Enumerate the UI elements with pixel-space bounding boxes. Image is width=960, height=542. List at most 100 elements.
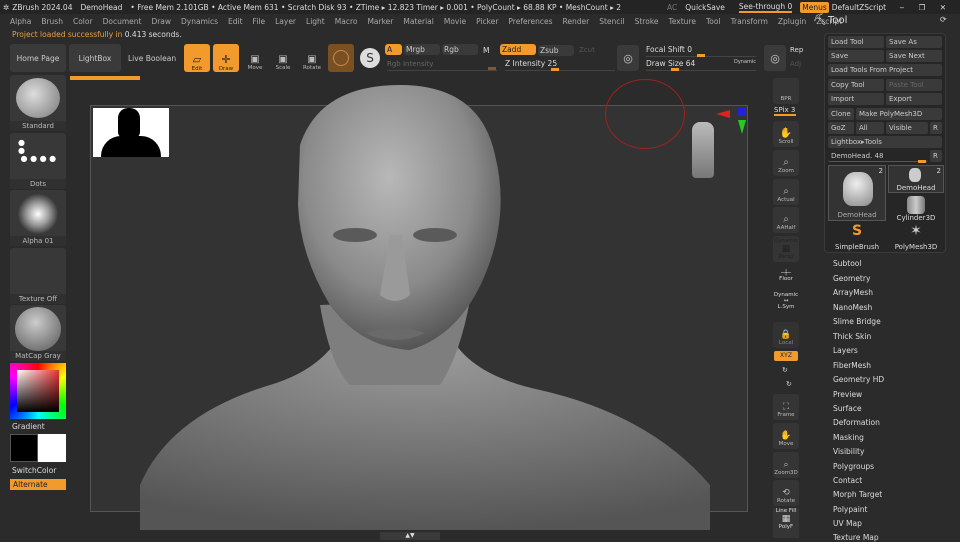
menu-movie[interactable]: Movie	[444, 17, 466, 26]
subpalette-texture-map[interactable]: Texture Map	[833, 533, 879, 542]
import-button[interactable]: Import	[828, 93, 884, 105]
menu-picker[interactable]: Picker	[476, 17, 498, 26]
paste-tool-button[interactable]: Paste Tool	[886, 79, 942, 91]
lazy-mouse-s-button[interactable]: ◎	[617, 45, 639, 71]
zoom3d-button[interactable]: ⌕ Zoom3D	[773, 452, 799, 478]
bpr-button[interactable]: BPR	[773, 78, 799, 104]
live-boolean-button[interactable]: Live Boolean	[128, 54, 176, 63]
move-button[interactable]: ▣ Move	[242, 45, 268, 71]
zadd-button[interactable]: Zadd	[500, 44, 536, 55]
subpalette-polypaint[interactable]: Polypaint	[833, 505, 868, 514]
subpalette-slime-bridge[interactable]: Slime Bridge	[833, 317, 881, 326]
subpalette-geometry-hd[interactable]: Geometry HD	[833, 375, 884, 384]
floor-button[interactable]: ─┼─ Floor	[773, 270, 799, 282]
rgb-button[interactable]: Rgb	[442, 44, 478, 55]
tool-thumb-demohead-small[interactable]: 2 DemoHead	[888, 165, 944, 193]
clone-button[interactable]: Clone	[828, 108, 854, 120]
a-button[interactable]: A	[385, 44, 402, 55]
menu-material[interactable]: Material	[403, 17, 433, 26]
subpalette-masking[interactable]: Masking	[833, 433, 864, 442]
axis-gizmo-icon[interactable]	[716, 106, 748, 138]
scroll-button[interactable]: ✋ Scroll	[773, 121, 799, 147]
mrgb-button[interactable]: Mrgb	[404, 44, 440, 55]
draw-size-handle[interactable]	[671, 68, 679, 71]
polyf-button[interactable]: Line Fill ▦ PolyF	[773, 508, 799, 538]
tool-thumb-cylinder3d[interactable]: Cylinder3D	[888, 194, 944, 222]
tool-thumb-demohead-large[interactable]: 2 DemoHead	[828, 165, 886, 221]
material-swatch-button[interactable]	[328, 44, 354, 72]
bottom-collapse-handle[interactable]: ▲▼	[380, 532, 440, 540]
lightbox-tools-button[interactable]: Lightbox▸Tools	[828, 136, 942, 148]
default-zscript[interactable]: DefaultZScript	[832, 3, 886, 12]
menu-dynamics[interactable]: Dynamics	[181, 17, 218, 26]
dynamic-toggle[interactable]: Dynamic	[734, 59, 756, 65]
zcut-button[interactable]: Zcut	[579, 46, 595, 54]
rotate-z-icon[interactable]: ↻	[786, 380, 792, 388]
menu-transform[interactable]: Transform	[731, 17, 768, 26]
window-controls[interactable]: ‒ ❐ ✕	[899, 3, 952, 12]
make-polymesh3d-button[interactable]: Make PolyMesh3D	[856, 108, 942, 120]
texture-selector[interactable]: Texture Off	[10, 248, 66, 304]
actual-button[interactable]: ⌕ Actual	[773, 179, 799, 205]
menu-stroke[interactable]: Stroke	[635, 17, 659, 26]
draw-button[interactable]: ✛ Draw	[213, 44, 239, 72]
silhouette-thumbnail[interactable]	[93, 108, 169, 157]
copy-tool-button[interactable]: Copy Tool	[828, 79, 884, 91]
persp-button[interactable]: Dynamic ▦ Persp	[773, 236, 799, 262]
subpalette-fibermesh[interactable]: FiberMesh	[833, 361, 871, 370]
export-button[interactable]: Export	[886, 93, 942, 105]
tool-thumb-polymesh3d[interactable]: ✶ PolyMesh3D	[888, 223, 944, 251]
menus-button[interactable]: Menus	[800, 1, 829, 13]
menu-edit[interactable]: Edit	[228, 17, 243, 26]
tool-slider[interactable]: DemoHead. 48	[828, 150, 928, 162]
menu-preferences[interactable]: Preferences	[508, 17, 552, 26]
subpalette-layers[interactable]: Layers	[833, 346, 858, 355]
menu-file[interactable]: File	[253, 17, 266, 26]
rotate-button[interactable]: ▣ Rotate	[299, 45, 325, 71]
color-picker[interactable]	[10, 363, 66, 419]
sculpt-viewport[interactable]	[90, 85, 750, 530]
alpha-selector[interactable]: Alpha 01	[10, 190, 66, 246]
home-page-button[interactable]: Home Page	[10, 44, 66, 72]
menu-alpha[interactable]: Alpha	[10, 17, 31, 26]
tool-thumb-simplebrush[interactable]: S SimpleBrush	[828, 223, 886, 251]
subpalette-surface[interactable]: Surface	[833, 404, 862, 413]
z-intensity-handle[interactable]	[551, 68, 559, 71]
menu-texture[interactable]: Texture	[669, 17, 696, 26]
menu-brush[interactable]: Brush	[41, 17, 63, 26]
palette-reset-icon[interactable]: ⟳	[940, 15, 947, 24]
zoom-button[interactable]: ⌕ Zoom	[773, 150, 799, 176]
subpalette-arraymesh[interactable]: ArrayMesh	[833, 288, 873, 297]
material-selector[interactable]: MatCap Gray	[10, 305, 66, 361]
subpalette-deformation[interactable]: Deformation	[833, 418, 880, 427]
subpalette-geometry[interactable]: Geometry	[833, 274, 870, 283]
subpalette-contact[interactable]: Contact	[833, 476, 862, 485]
adj-button[interactable]: Adj	[790, 60, 801, 68]
rotate-view-button[interactable]: ⟲ Rotate	[773, 480, 799, 506]
alternate-button[interactable]: Alternate	[10, 479, 66, 490]
edit-button[interactable]: ▱ Edit	[184, 44, 210, 72]
quicksave-button[interactable]: QuickSave	[685, 3, 725, 12]
menu-light[interactable]: Light	[306, 17, 325, 26]
z-intensity-slider[interactable]: Z Intensity 25	[505, 59, 615, 71]
xyz-button[interactable]: XYZ	[774, 351, 798, 361]
switch-color-button[interactable]: SwitchColor	[12, 466, 56, 475]
save-button[interactable]: Save	[828, 50, 884, 62]
scale-button[interactable]: ▣ Scale	[270, 45, 296, 71]
subpalette-preview[interactable]: Preview	[833, 390, 862, 399]
rgb-intensity-handle[interactable]	[488, 67, 496, 70]
rep-button[interactable]: Rep	[790, 46, 803, 54]
aahalf-button[interactable]: ⌕ AAHalf	[773, 207, 799, 233]
main-color-swatch[interactable]	[10, 434, 38, 462]
subpalette-uv-map[interactable]: UV Map	[833, 519, 862, 528]
goz-button[interactable]: GoZ	[828, 122, 854, 134]
visible-button[interactable]: Visible	[886, 122, 928, 134]
lsym-button[interactable]: Dynamic ↔ L.Sym	[773, 292, 799, 310]
spix-slider[interactable]: SPix 3	[774, 106, 796, 116]
menu-document[interactable]: Document	[103, 17, 142, 26]
local-button[interactable]: 🔒 Local	[773, 322, 799, 348]
menu-zplugin[interactable]: Zplugin	[778, 17, 806, 26]
head-navigator-icon[interactable]	[692, 122, 714, 178]
menu-render[interactable]: Render	[563, 17, 590, 26]
all-button[interactable]: All	[856, 122, 884, 134]
